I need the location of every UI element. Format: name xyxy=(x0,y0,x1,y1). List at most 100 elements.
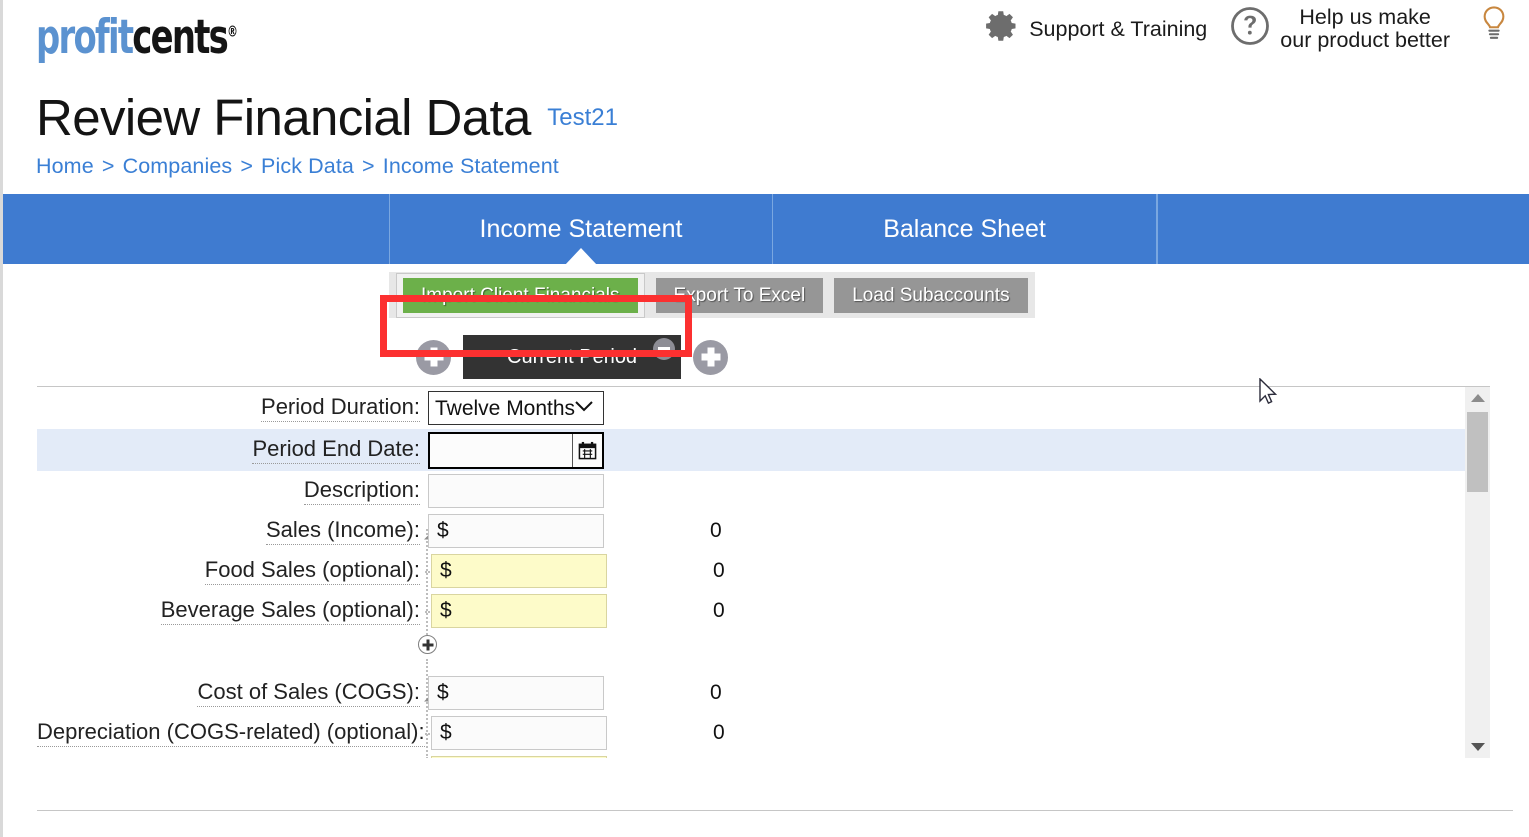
currency-symbol: $ xyxy=(437,519,449,542)
control-description xyxy=(428,474,604,508)
control-sales-income: $ xyxy=(428,514,730,548)
description-input[interactable] xyxy=(428,474,604,508)
export-to-excel-button[interactable]: Export To Excel xyxy=(655,277,824,313)
form-row-period-duration: Period Duration: Twelve Months xyxy=(37,387,1490,429)
nav-right-spacer xyxy=(1157,194,1529,264)
tab-income-statement[interactable]: Income Statement xyxy=(389,194,773,265)
form-row-period-end-date: Period End Date: xyxy=(37,429,1490,471)
period-tab-current[interactable]: Current Period xyxy=(463,335,682,379)
breadcrumb-separator: > xyxy=(101,154,115,178)
label-food-sales-text: Food Sales (optional): xyxy=(204,557,420,585)
scrollbar-thumb[interactable] xyxy=(1467,412,1488,492)
company-name[interactable]: Test21 xyxy=(547,104,618,132)
logo-part-cents: cents xyxy=(132,10,229,65)
statement-toolbar: Import Client Financials Export To Excel… xyxy=(389,272,1035,318)
remove-period-icon[interactable] xyxy=(653,338,676,360)
nav-left-spacer xyxy=(3,194,389,264)
food-sales-input[interactable] xyxy=(451,558,733,584)
depreciation-cogs-input[interactable] xyxy=(451,720,733,746)
control-period-end-date xyxy=(428,431,604,469)
period-duration-select[interactable]: Twelve Months xyxy=(428,391,604,425)
form-row-partial-next xyxy=(37,753,1490,758)
toolbar-area: Import Client Financials Export To Excel… xyxy=(3,264,1529,328)
control-cost-of-sales: $ xyxy=(428,676,730,710)
breadcrumb-separator: > xyxy=(240,154,253,178)
scroll-down-button[interactable] xyxy=(1465,736,1490,758)
feedback-link[interactable]: Help us make our product better xyxy=(1229,4,1511,54)
financial-data-form: Period Duration: Twelve Months Period En… xyxy=(37,386,1490,758)
currency-symbol: $ xyxy=(440,721,452,744)
breadcrumb-item-home[interactable]: Home xyxy=(36,154,94,178)
breadcrumb-item-companies[interactable]: Companies xyxy=(123,154,233,178)
breadcrumb-item-income-statement[interactable]: Income Statement xyxy=(383,154,559,178)
label-beverage-sales-text: Beverage Sales (optional): xyxy=(160,597,420,625)
tab-balance-sheet-label: Balance Sheet xyxy=(883,214,1046,243)
feedback-label: Help us make our product better xyxy=(1280,5,1450,52)
scroll-up-button[interactable] xyxy=(1465,387,1490,409)
period-end-date-input[interactable] xyxy=(430,433,570,467)
cost-of-sales-input[interactable] xyxy=(448,680,730,706)
label-depreciation-cogs-text: Depreciation (COGS-related) (optional): xyxy=(37,719,425,747)
chevron-down-icon xyxy=(1470,743,1485,751)
form-row-beverage-sales: Beverage Sales (optional): $ xyxy=(37,591,1490,631)
sales-income-money-field[interactable]: $ xyxy=(428,514,730,548)
form-row-cost-of-sales: Cost of Sales (COGS): $ xyxy=(37,673,1490,713)
subaccount-add-row xyxy=(37,631,1490,673)
food-sales-money-field[interactable]: $ xyxy=(431,554,733,588)
label-cost-of-sales-text: Cost of Sales (COGS): xyxy=(197,679,420,707)
active-tab-pointer-icon xyxy=(565,248,597,265)
add-subaccount-sales-button[interactable] xyxy=(418,635,437,654)
form-bottom-divider xyxy=(37,810,1513,811)
cost-of-sales-money-field[interactable]: $ xyxy=(428,676,730,710)
currency-symbol: $ xyxy=(440,559,452,582)
add-period-left-button[interactable] xyxy=(416,339,451,375)
label-description: Description: xyxy=(37,477,422,505)
label-period-end-date: Period End Date: xyxy=(37,436,422,464)
chevron-up-icon xyxy=(1470,394,1485,402)
control-beverage-sales: $ xyxy=(428,594,733,628)
question-circle-icon xyxy=(1229,5,1271,53)
breadcrumb-item-pick-data[interactable]: Pick Data xyxy=(261,154,354,178)
control-depreciation-cogs: $ xyxy=(428,716,733,750)
partial-next-money-field[interactable] xyxy=(431,756,607,758)
beverage-sales-input[interactable] xyxy=(451,598,733,624)
sales-income-input[interactable] xyxy=(448,518,730,544)
period-selector: Current Period xyxy=(3,328,1529,386)
label-period-end-date-text: Period End Date: xyxy=(252,436,420,464)
label-food-sales: Food Sales (optional): xyxy=(37,557,441,585)
control-partial-next xyxy=(428,756,607,758)
label-sales-income-text: Sales (Income): xyxy=(265,517,420,545)
period-end-date-box xyxy=(428,431,604,469)
support-training-label: Support & Training xyxy=(1029,16,1208,41)
form-row-food-sales: Food Sales (optional): $ xyxy=(37,551,1490,591)
form-row-sales-income: Sales (Income): $ xyxy=(37,511,1490,551)
breadcrumb-separator: > xyxy=(362,154,375,178)
import-button-frame: Import Client Financials xyxy=(396,272,645,318)
logo-part-profit: profit xyxy=(36,10,134,65)
label-period-duration: Period Duration: xyxy=(37,394,422,422)
tab-balance-sheet[interactable]: Balance Sheet xyxy=(773,194,1157,264)
profitcents-logo[interactable]: profitcents® xyxy=(36,14,238,61)
add-period-right-button[interactable] xyxy=(693,339,729,375)
currency-symbol: $ xyxy=(440,599,452,622)
form-row-description: Description: xyxy=(37,471,1490,511)
depreciation-cogs-money-field[interactable]: $ xyxy=(431,716,733,750)
label-period-duration-text: Period Duration: xyxy=(261,394,420,422)
form-vertical-scrollbar[interactable] xyxy=(1465,387,1490,758)
form-row-depreciation-cogs: Depreciation (COGS-related) (optional): … xyxy=(37,713,1490,753)
load-subaccounts-button[interactable]: Load Subaccounts xyxy=(834,277,1028,313)
period-duration-select-wrap: Twelve Months xyxy=(428,391,604,425)
control-period-duration: Twelve Months xyxy=(428,391,604,425)
beverage-sales-money-field[interactable]: $ xyxy=(431,594,733,628)
control-food-sales: $ xyxy=(428,554,733,588)
label-description-text: Description: xyxy=(303,477,420,505)
statement-tab-bar: Income Statement Balance Sheet xyxy=(3,194,1529,265)
app-header: profitcents® Support & Training Help us … xyxy=(3,0,1529,92)
import-client-financials-button[interactable]: Import Client Financials xyxy=(403,277,638,313)
label-sales-income: Sales (Income): xyxy=(37,517,441,545)
support-training-link[interactable]: Support & Training xyxy=(984,8,1207,50)
label-depreciation-cogs: Depreciation (COGS-related) (optional): xyxy=(37,719,441,747)
lightbulb-icon[interactable] xyxy=(1477,4,1511,54)
calendar-icon[interactable] xyxy=(572,433,602,467)
label-beverage-sales: Beverage Sales (optional): xyxy=(37,597,441,625)
